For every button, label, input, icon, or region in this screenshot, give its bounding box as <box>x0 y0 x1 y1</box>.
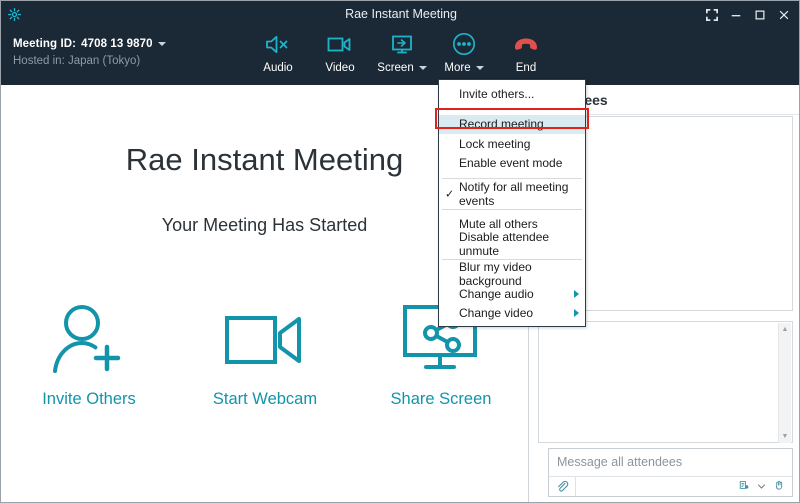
more-button[interactable]: More <box>433 31 495 74</box>
menu-item-label: Lock meeting <box>459 136 531 151</box>
chat-scrollbar[interactable]: ▲ ▼ <box>778 323 791 443</box>
menu-item-change-audio[interactable]: Change audio <box>439 284 585 304</box>
end-call-icon <box>511 31 541 57</box>
more-label-text: More <box>444 62 471 74</box>
menu-item-label: Invite others... <box>459 86 535 101</box>
attach-file-icon[interactable] <box>549 477 576 496</box>
title-bar: Rae Instant Meeting <box>1 1 799 28</box>
invite-others-label: Invite Others <box>42 390 136 408</box>
chat-message-log[interactable]: ▲ ▼ <box>538 321 793 443</box>
main-body: Rae Instant Meeting Your Meeting Has Sta… <box>1 85 799 502</box>
video-button-label: Video <box>325 62 355 74</box>
toolbar-buttons: Audio Video Screen More End <box>247 31 557 74</box>
meeting-id-dropdown[interactable]: Meeting ID: 4708 13 9870 <box>13 38 166 50</box>
menu-item-label: Change video <box>459 306 534 321</box>
menu-item-label: Enable event mode <box>459 156 563 171</box>
window-controls <box>701 1 795 28</box>
scroll-up-icon[interactable]: ▲ <box>782 323 789 336</box>
menu-item-disable-attendee-unmute[interactable]: Disable attendee unmute <box>439 230 585 258</box>
submenu-arrow-icon <box>574 309 579 318</box>
chat-panel: ▲ ▼ Message all attendees <box>538 321 799 499</box>
menu-item-notify-for-all-meeting-events[interactable]: ✓ Notify for all meeting events <box>439 180 585 208</box>
more-button-label: More <box>444 62 484 74</box>
end-button[interactable]: End <box>495 31 557 74</box>
menu-item-label: Notify for all meeting events <box>459 179 569 208</box>
menu-item-label: Disable attendee unmute <box>459 229 550 258</box>
chevron-down-icon[interactable] <box>757 478 766 496</box>
chevron-down-icon <box>475 66 484 70</box>
fullscreen-icon[interactable] <box>701 4 723 26</box>
menu-item-label: Change audio <box>459 286 534 301</box>
chat-input-placeholder[interactable]: Message all attendees <box>557 455 682 469</box>
screen-button-label: Screen <box>377 62 427 74</box>
minimize-icon[interactable] <box>725 4 747 26</box>
menu-item-change-video[interactable]: Change video <box>439 304 585 324</box>
audio-button-label: Audio <box>263 62 293 74</box>
chevron-down-icon <box>157 42 166 46</box>
close-icon[interactable] <box>773 4 795 26</box>
meeting-app-window: Rae Instant Meeting Meeting ID: 4708 13 … <box>0 0 800 503</box>
more-dropdown-menu: Invite others... Record meeting Lock meeti… <box>438 79 586 327</box>
chat-input-container: Message all attendees <box>548 448 793 497</box>
window-title: Rae Instant Meeting <box>345 7 457 21</box>
screen-label-text: Screen <box>377 62 414 74</box>
menu-item-record-meeting[interactable]: Record meeting <box>439 114 585 134</box>
meeting-info: Meeting ID: 4708 13 9870 Hosted in: Japa… <box>13 38 166 67</box>
send-to-icon[interactable] <box>738 478 750 496</box>
meeting-toolbar: Meeting ID: 4708 13 9870 Hosted in: Japa… <box>1 28 799 85</box>
video-button[interactable]: Video <box>309 31 371 74</box>
meeting-id-label: Meeting ID: <box>13 38 77 50</box>
menu-separator <box>442 208 582 210</box>
start-webcam-action[interactable]: Start Webcam <box>190 300 340 409</box>
menu-item-blur-my-video-background[interactable]: Blur my video background <box>439 260 585 288</box>
menu-item-invite-others[interactable]: Invite others... <box>439 84 585 104</box>
screen-button[interactable]: Screen <box>371 31 433 74</box>
chat-right-tools <box>738 478 792 496</box>
start-webcam-label: Start Webcam <box>212 390 318 408</box>
scroll-down-icon[interactable]: ▼ <box>782 430 789 443</box>
chat-toolbar <box>549 476 792 496</box>
end-button-label: End <box>515 62 537 74</box>
menu-item-lock-meeting[interactable]: Lock meeting <box>439 134 585 154</box>
share-screen-label: Share Screen <box>390 390 492 408</box>
menu-item-label: Record meeting <box>459 117 544 132</box>
video-camera-icon <box>223 300 307 380</box>
speaker-muted-icon <box>263 31 293 57</box>
menu-separator <box>442 108 582 110</box>
emoji-hand-icon[interactable] <box>773 478 785 496</box>
maximize-icon[interactable] <box>749 4 771 26</box>
menu-item-enable-event-mode[interactable]: Enable event mode <box>439 154 585 174</box>
meeting-id-value: 4708 13 9870 <box>81 38 153 50</box>
submenu-arrow-icon <box>574 289 579 298</box>
more-dots-icon <box>450 31 478 57</box>
hosted-in-label: Hosted in: Japan (Tokyo) <box>13 55 141 67</box>
add-person-icon <box>49 300 129 380</box>
chevron-down-icon <box>418 66 427 70</box>
audio-button[interactable]: Audio <box>247 31 309 74</box>
check-icon: ✓ <box>445 188 455 201</box>
invite-others-action[interactable]: Invite Others <box>14 300 164 409</box>
share-screen-icon <box>387 31 417 57</box>
video-camera-icon <box>325 31 355 57</box>
